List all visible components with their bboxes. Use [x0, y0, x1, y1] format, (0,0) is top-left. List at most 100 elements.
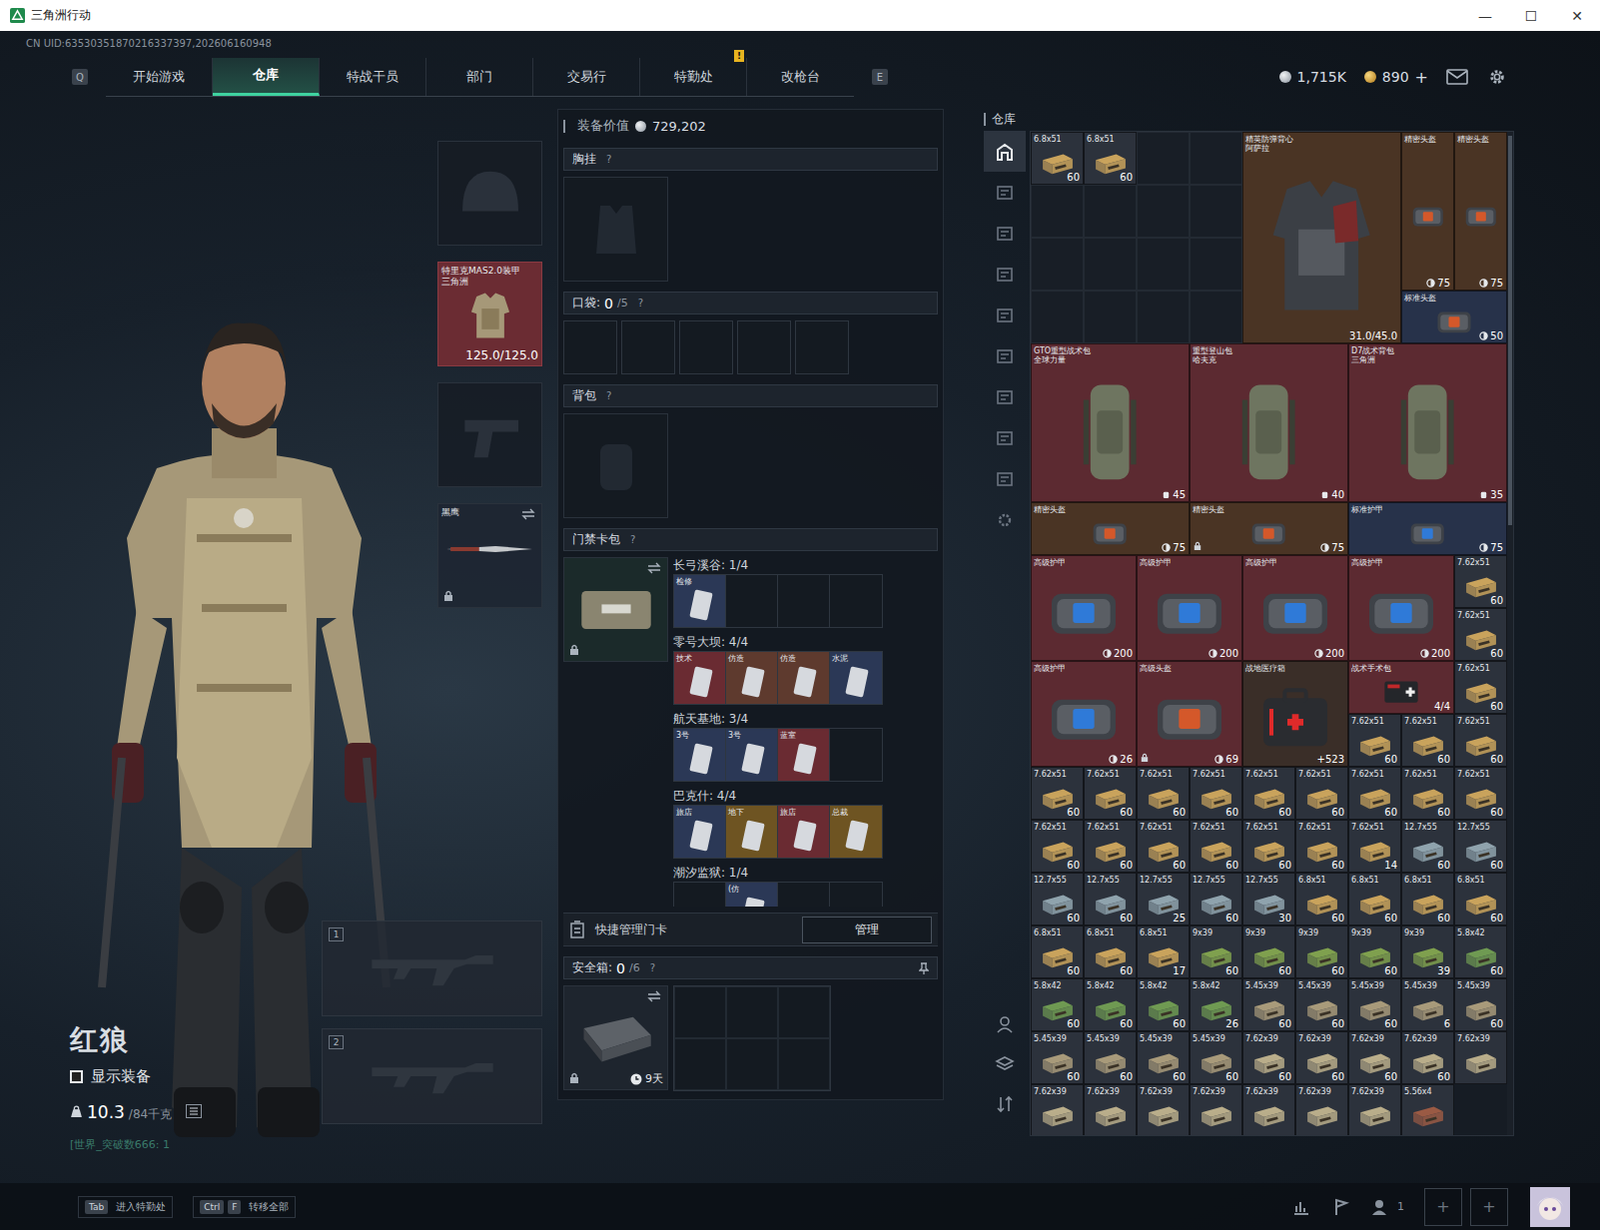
- gear-item[interactable]: 精密头盔 75: [1401, 131, 1455, 291]
- storage-scrollbar[interactable]: [1507, 131, 1514, 1136]
- ammo-item[interactable]: 5.45x39 60: [1083, 1031, 1137, 1085]
- nav-tab[interactable]: 特勤处 !: [640, 57, 748, 96]
- gear-item[interactable]: 精密头盔 75: [1030, 502, 1190, 556]
- ammo-item[interactable]: 6.8x51 60: [1083, 131, 1137, 185]
- player-avatar-icon[interactable]: [1530, 1187, 1571, 1228]
- ammo-item[interactable]: 5.45x39 60: [1454, 978, 1508, 1032]
- ammo-item[interactable]: 6.8x51 60: [1030, 131, 1084, 185]
- ammo-item[interactable]: 5.8x42 60: [1030, 978, 1084, 1032]
- swap-icon[interactable]: [647, 562, 662, 575]
- ammo-item[interactable]: 5.56x4: [1401, 1084, 1455, 1136]
- pocket-slot[interactable]: [563, 320, 618, 375]
- ammo-item[interactable]: 7.62x39 60: [1401, 1031, 1455, 1085]
- ammo-item[interactable]: 5.8x42 26: [1189, 978, 1243, 1032]
- empty-cell[interactable]: [1030, 290, 1084, 344]
- gear-item[interactable]: 重型登山包 哈夫克 40: [1189, 343, 1349, 503]
- pocket-slot[interactable]: [621, 320, 676, 375]
- nav-tab[interactable]: 仓库: [212, 57, 320, 96]
- storage-tab[interactable]: [983, 171, 1026, 213]
- ammo-item[interactable]: 7.62x39: [1083, 1084, 1137, 1136]
- gear-item[interactable]: GTO重型战术包 全球力量 45: [1030, 343, 1190, 503]
- ammo-item[interactable]: 9x39 60: [1348, 925, 1402, 979]
- invite-slot-button[interactable]: +: [1470, 1188, 1509, 1227]
- keycard[interactable]: 旅店: [778, 805, 830, 858]
- pin-icon[interactable]: [918, 962, 929, 975]
- storage-tab[interactable]: [983, 376, 1026, 418]
- ammo-item[interactable]: 7.62x51 60: [1136, 819, 1190, 873]
- keycard[interactable]: 总裁: [829, 805, 882, 858]
- manage-button[interactable]: 管理: [801, 916, 932, 944]
- gear-item[interactable]: 精密头盔 75: [1189, 502, 1349, 556]
- ammo-item[interactable]: 12.7x55 60: [1083, 872, 1137, 926]
- safe-slot[interactable]: [674, 986, 727, 1039]
- ammo-item[interactable]: 7.62x51 60: [1454, 714, 1508, 768]
- empty-cell[interactable]: [1189, 131, 1243, 185]
- gear-item[interactable]: 标准护甲 75: [1348, 502, 1508, 556]
- storage-tab[interactable]: [983, 458, 1026, 500]
- nav-tab[interactable]: 交易行: [533, 57, 641, 96]
- ammo-item[interactable]: 12.7x55 60: [1454, 819, 1508, 873]
- armor-slot[interactable]: 特里克MAS2.0装甲 三角洲 125.0/125.0: [437, 261, 543, 367]
- chest-rig-slot[interactable]: [563, 176, 669, 282]
- nav-tab[interactable]: 部门: [426, 57, 534, 96]
- empty-cell[interactable]: [1030, 184, 1084, 238]
- backpack-slot[interactable]: [563, 413, 669, 519]
- nav-tab[interactable]: 开始游戏: [105, 57, 213, 96]
- ammo-item[interactable]: 7.62x39: [1136, 1084, 1190, 1136]
- keycard[interactable]: 技术: [674, 652, 727, 705]
- keycard-slot[interactable]: [829, 729, 882, 782]
- operator-storage-icon[interactable]: [994, 1014, 1015, 1035]
- ammo-item[interactable]: 5.45x39 6: [1401, 978, 1455, 1032]
- nav-tab[interactable]: 改枪台: [747, 57, 854, 96]
- ammo-item[interactable]: 6.8x51 60: [1454, 872, 1508, 926]
- empty-cell[interactable]: [1136, 237, 1190, 291]
- shortcut-hint[interactable]: CtrlF 转移全部: [192, 1196, 296, 1219]
- ammo-item[interactable]: 9x39 60: [1189, 925, 1243, 979]
- keycard-slot[interactable]: [674, 882, 727, 907]
- gear-item[interactable]: D7战术背包 三角洲 35: [1348, 343, 1508, 503]
- shortcut-hint[interactable]: Tab 进入特勤处: [77, 1196, 173, 1219]
- keycard-pack-slot[interactable]: [563, 557, 669, 663]
- ammo-item[interactable]: 12.7x55 60: [1189, 872, 1243, 926]
- pocket-slot[interactable]: [679, 320, 734, 375]
- storage-tab[interactable]: [983, 499, 1026, 541]
- ammo-item[interactable]: 7.62x51 60: [1401, 767, 1455, 820]
- ammo-item[interactable]: 7.62x51 60: [1295, 767, 1349, 820]
- show-gear-checkbox[interactable]: 显示装备: [69, 1067, 202, 1087]
- storage-tab[interactable]: [983, 417, 1026, 459]
- empty-cell[interactable]: [1189, 290, 1243, 344]
- ammo-item[interactable]: 7.62x51 60: [1454, 767, 1508, 820]
- empty-cell[interactable]: [1136, 131, 1190, 185]
- ammo-item[interactable]: 5.45x39 60: [1295, 978, 1349, 1032]
- keycard-slot[interactable]: [829, 575, 882, 628]
- gear-item[interactable]: 高级护甲 200: [1242, 555, 1349, 662]
- empty-cell[interactable]: [1083, 237, 1137, 291]
- pistol-slot[interactable]: [437, 382, 543, 488]
- stats-chart-icon[interactable]: [1291, 1197, 1312, 1218]
- ammo-item[interactable]: 7.62x39: [1030, 1084, 1084, 1136]
- keycard[interactable]: 旅店: [674, 805, 727, 858]
- ammo-item[interactable]: 9x39 39: [1401, 925, 1455, 979]
- ammo-item[interactable]: 7.62x51 60: [1401, 714, 1455, 768]
- friends-button[interactable]: 1: [1371, 1197, 1405, 1218]
- ammo-item[interactable]: 5.45x39 60: [1030, 1031, 1084, 1085]
- mail-icon[interactable]: [1446, 67, 1469, 86]
- ammo-item[interactable]: 7.62x51 60: [1295, 819, 1349, 873]
- ammo-item[interactable]: 7.62x51 60: [1348, 714, 1402, 768]
- storage-tab[interactable]: [983, 253, 1026, 295]
- ammo-item[interactable]: 5.8x42 60: [1454, 925, 1508, 979]
- add-currency-button[interactable]: +: [1415, 67, 1429, 87]
- gear-item[interactable]: 标准头盔 50: [1401, 290, 1508, 344]
- ammo-item[interactable]: 7.62x51 60: [1454, 608, 1508, 662]
- safe-slot[interactable]: [674, 1038, 727, 1091]
- currency[interactable]: 1,715K: [1279, 68, 1347, 85]
- ammo-item[interactable]: 7.62x51 60: [1136, 767, 1190, 820]
- ammo-item[interactable]: 6.8x51 60: [1083, 925, 1137, 979]
- ammo-item[interactable]: 5.45x39 60: [1348, 978, 1402, 1032]
- ammo-item[interactable]: 12.7x55 60: [1401, 819, 1455, 873]
- gear-item[interactable]: 高级头盔 69: [1136, 661, 1243, 768]
- storage-tab[interactable]: [983, 335, 1026, 377]
- safe-slot[interactable]: [778, 1038, 830, 1091]
- ammo-item[interactable]: 7.62x51 60: [1189, 767, 1243, 820]
- storage-tab[interactable]: [983, 294, 1026, 336]
